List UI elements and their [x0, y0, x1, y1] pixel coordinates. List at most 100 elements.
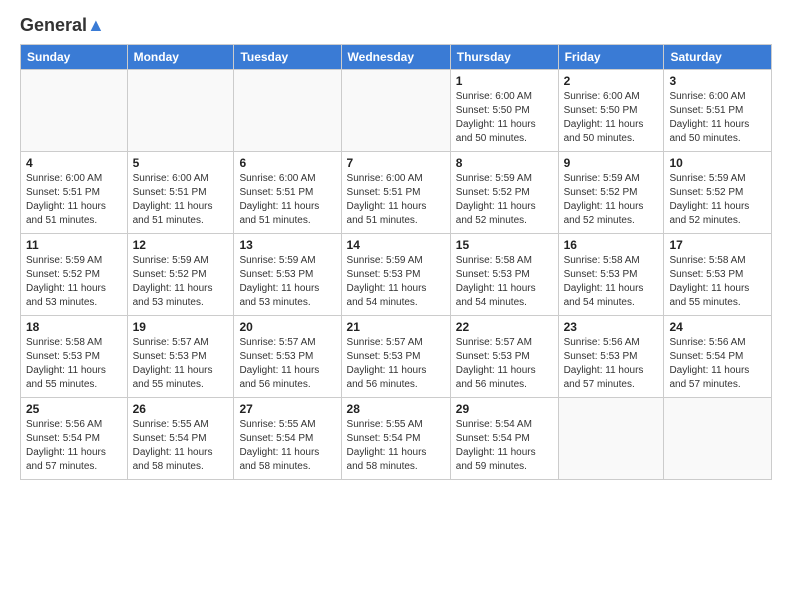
day-info: Sunrise: 5:55 AM Sunset: 5:54 PM Dayligh…	[239, 418, 335, 474]
day-number: 14	[347, 238, 445, 252]
calendar-cell: 16 Sunrise: 5:58 AM Sunset: 5:53 PM Dayli…	[558, 233, 664, 315]
calendar-cell: 1 Sunrise: 6:00 AM Sunset: 5:50 PM Daylig…	[450, 69, 558, 151]
calendar-table: SundayMondayTuesdayWednesdayThursdayFrid…	[20, 44, 772, 480]
day-number: 11	[26, 238, 122, 252]
day-number: 21	[347, 320, 445, 334]
day-number: 26	[133, 402, 229, 416]
calendar-cell: 6Sunrise: 6:00 AM Sunset: 5:51 PM Daylig…	[234, 151, 341, 233]
calendar-cell	[341, 69, 450, 151]
col-header-saturday: Saturday	[664, 44, 772, 69]
calendar-cell: 23 Sunrise: 5:56 AM Sunset: 5:53 PM Dayli…	[558, 315, 664, 397]
calendar-week-5: 25 Sunrise: 5:56 AM Sunset: 5:54 PM Dayli…	[21, 397, 772, 479]
day-info: Sunrise: 5:56 AM Sunset: 5:54 PM Dayligh…	[26, 418, 122, 474]
day-info: Sunrise: 5:54 AM Sunset: 5:54 PM Dayligh…	[456, 418, 553, 474]
day-info: Sunrise: 5:56 AM Sunset: 5:53 PM Dayligh…	[564, 336, 659, 392]
calendar-cell: 17Sunrise: 5:58 AM Sunset: 5:53 PM Dayli…	[664, 233, 772, 315]
day-number: 22	[456, 320, 553, 334]
col-header-wednesday: Wednesday	[341, 44, 450, 69]
day-number: 8	[456, 156, 553, 170]
calendar-cell: 28Sunrise: 5:55 AM Sunset: 5:54 PM Dayli…	[341, 397, 450, 479]
calendar-cell: 25 Sunrise: 5:56 AM Sunset: 5:54 PM Dayli…	[21, 397, 128, 479]
col-header-tuesday: Tuesday	[234, 44, 341, 69]
day-info: Sunrise: 5:57 AM Sunset: 5:53 PM Dayligh…	[239, 336, 335, 392]
col-header-monday: Monday	[127, 44, 234, 69]
calendar-cell: 5 Sunrise: 6:00 AM Sunset: 5:51 PM Daylig…	[127, 151, 234, 233]
calendar-cell: 20 Sunrise: 5:57 AM Sunset: 5:53 PM Dayli…	[234, 315, 341, 397]
col-header-friday: Friday	[558, 44, 664, 69]
day-number: 27	[239, 402, 335, 416]
calendar-cell: 14 Sunrise: 5:59 AM Sunset: 5:53 PM Dayli…	[341, 233, 450, 315]
day-info: Sunrise: 5:59 AM Sunset: 5:53 PM Dayligh…	[347, 254, 445, 310]
day-info: Sunrise: 5:59 AM Sunset: 5:52 PM Dayligh…	[456, 172, 553, 228]
day-info: Sunrise: 5:59 AM Sunset: 5:52 PM Dayligh…	[564, 172, 659, 228]
calendar-cell: 3Sunrise: 6:00 AM Sunset: 5:51 PM Daylig…	[664, 69, 772, 151]
day-info: Sunrise: 5:59 AM Sunset: 5:52 PM Dayligh…	[669, 172, 766, 228]
day-info: Sunrise: 6:00 AM Sunset: 5:51 PM Dayligh…	[669, 90, 766, 146]
day-number: 29	[456, 402, 553, 416]
day-info: Sunrise: 6:00 AM Sunset: 5:50 PM Dayligh…	[564, 90, 659, 146]
day-number: 24	[669, 320, 766, 334]
header: General▲	[20, 16, 772, 36]
day-info: Sunrise: 5:57 AM Sunset: 5:53 PM Dayligh…	[456, 336, 553, 392]
day-info: Sunrise: 5:59 AM Sunset: 5:52 PM Dayligh…	[26, 254, 122, 310]
day-info: Sunrise: 5:58 AM Sunset: 5:53 PM Dayligh…	[26, 336, 122, 392]
day-info: Sunrise: 6:00 AM Sunset: 5:50 PM Dayligh…	[456, 90, 553, 146]
day-number: 15	[456, 238, 553, 252]
calendar-cell: 22 Sunrise: 5:57 AM Sunset: 5:53 PM Dayli…	[450, 315, 558, 397]
day-info: Sunrise: 6:00 AM Sunset: 5:51 PM Dayligh…	[133, 172, 229, 228]
day-number: 23	[564, 320, 659, 334]
page: General▲ SundayMondayTuesdayWednesdayThu…	[0, 0, 792, 490]
day-info: Sunrise: 5:55 AM Sunset: 5:54 PM Dayligh…	[133, 418, 229, 474]
calendar-cell: 4 Sunrise: 6:00 AM Sunset: 5:51 PM Daylig…	[21, 151, 128, 233]
day-info: Sunrise: 6:00 AM Sunset: 5:51 PM Dayligh…	[26, 172, 122, 228]
day-number: 5	[133, 156, 229, 170]
day-number: 19	[133, 320, 229, 334]
day-info: Sunrise: 6:00 AM Sunset: 5:51 PM Dayligh…	[347, 172, 445, 228]
day-number: 25	[26, 402, 122, 416]
day-number: 17	[669, 238, 766, 252]
day-info: Sunrise: 5:56 AM Sunset: 5:54 PM Dayligh…	[669, 336, 766, 392]
day-info: Sunrise: 5:57 AM Sunset: 5:53 PM Dayligh…	[133, 336, 229, 392]
calendar-cell: 15 Sunrise: 5:58 AM Sunset: 5:53 PM Dayli…	[450, 233, 558, 315]
calendar-week-1: 1 Sunrise: 6:00 AM Sunset: 5:50 PM Daylig…	[21, 69, 772, 151]
day-number: 7	[347, 156, 445, 170]
logo: General▲	[20, 16, 105, 36]
logo-text: General▲	[20, 16, 105, 36]
day-info: Sunrise: 5:58 AM Sunset: 5:53 PM Dayligh…	[564, 254, 659, 310]
calendar-cell: 18Sunrise: 5:58 AM Sunset: 5:53 PM Dayli…	[21, 315, 128, 397]
day-number: 4	[26, 156, 122, 170]
day-info: Sunrise: 5:59 AM Sunset: 5:53 PM Dayligh…	[239, 254, 335, 310]
day-number: 6	[239, 156, 335, 170]
calendar-cell: 9 Sunrise: 5:59 AM Sunset: 5:52 PM Daylig…	[558, 151, 664, 233]
calendar-cell: 11 Sunrise: 5:59 AM Sunset: 5:52 PM Dayli…	[21, 233, 128, 315]
calendar-cell: 13 Sunrise: 5:59 AM Sunset: 5:53 PM Dayli…	[234, 233, 341, 315]
col-header-thursday: Thursday	[450, 44, 558, 69]
day-number: 2	[564, 74, 659, 88]
day-number: 20	[239, 320, 335, 334]
day-info: Sunrise: 5:59 AM Sunset: 5:52 PM Dayligh…	[133, 254, 229, 310]
calendar-week-2: 4 Sunrise: 6:00 AM Sunset: 5:51 PM Daylig…	[21, 151, 772, 233]
calendar-cell: 7 Sunrise: 6:00 AM Sunset: 5:51 PM Daylig…	[341, 151, 450, 233]
calendar-cell: 2 Sunrise: 6:00 AM Sunset: 5:50 PM Daylig…	[558, 69, 664, 151]
day-number: 13	[239, 238, 335, 252]
col-header-sunday: Sunday	[21, 44, 128, 69]
day-info: Sunrise: 5:57 AM Sunset: 5:53 PM Dayligh…	[347, 336, 445, 392]
calendar-cell: 24 Sunrise: 5:56 AM Sunset: 5:54 PM Dayli…	[664, 315, 772, 397]
calendar-cell: 29 Sunrise: 5:54 AM Sunset: 5:54 PM Dayli…	[450, 397, 558, 479]
calendar-cell: 10 Sunrise: 5:59 AM Sunset: 5:52 PM Dayli…	[664, 151, 772, 233]
calendar-cell	[664, 397, 772, 479]
day-number: 12	[133, 238, 229, 252]
day-number: 1	[456, 74, 553, 88]
calendar-cell	[558, 397, 664, 479]
calendar-cell	[127, 69, 234, 151]
day-info: Sunrise: 5:55 AM Sunset: 5:54 PM Dayligh…	[347, 418, 445, 474]
calendar-cell: 8 Sunrise: 5:59 AM Sunset: 5:52 PM Daylig…	[450, 151, 558, 233]
day-number: 10	[669, 156, 766, 170]
calendar-cell	[234, 69, 341, 151]
day-number: 16	[564, 238, 659, 252]
calendar-cell: 21 Sunrise: 5:57 AM Sunset: 5:53 PM Dayli…	[341, 315, 450, 397]
day-number: 9	[564, 156, 659, 170]
calendar-cell: 19 Sunrise: 5:57 AM Sunset: 5:53 PM Dayli…	[127, 315, 234, 397]
day-info: Sunrise: 5:58 AM Sunset: 5:53 PM Dayligh…	[456, 254, 553, 310]
calendar-cell: 27 Sunrise: 5:55 AM Sunset: 5:54 PM Dayli…	[234, 397, 341, 479]
